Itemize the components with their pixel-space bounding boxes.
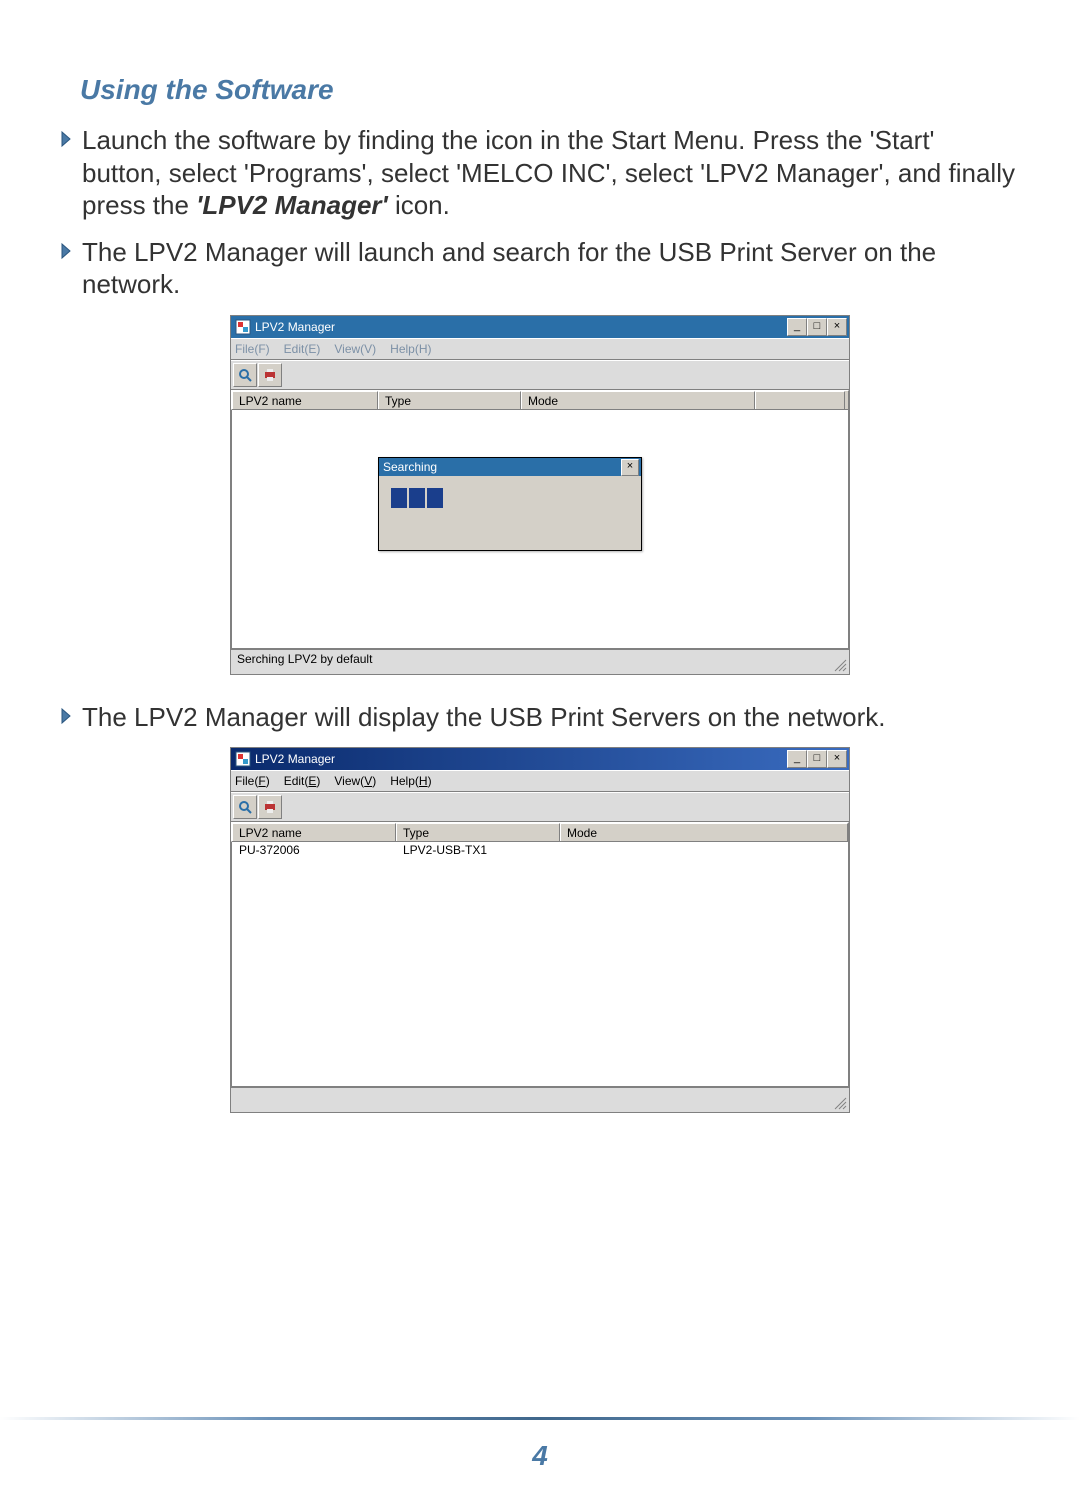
section-title: Using the Software [80,74,1020,106]
menu-edit[interactable]: Edit(E) [284,342,321,356]
menubar[interactable]: File(F) Edit(E) View(V) Help(H) [231,338,849,360]
col-spacer [755,391,845,409]
bullet-text: Launch the software by finding the icon … [82,124,1020,222]
bullet-2: The LPV2 Manager will launch and search … [82,236,1020,301]
close-button[interactable]: × [827,750,847,768]
col-lpv2-name[interactable]: LPV2 name [232,823,396,841]
bullet-1-em: 'LPV2 Manager' [196,190,388,220]
minimize-button[interactable]: _ [787,750,807,768]
col-mode[interactable]: Mode [560,823,848,841]
status-text: Serching LPV2 by default [237,652,372,666]
app-icon [235,319,251,335]
searching-dialog: Searching × [378,457,642,551]
menu-help[interactable]: Help(H) [390,342,431,356]
close-button[interactable]: × [827,318,847,336]
bullet-3: The LPV2 Manager will display the USB Pr… [82,701,886,734]
bullet-1-post: icon. [388,190,450,220]
printer-icon[interactable] [258,363,282,387]
page: Using the Software Launch the software b… [0,0,1080,1512]
bullet-item: Launch the software by finding the icon … [60,124,1020,222]
progress-block [391,488,407,508]
titlebar[interactable]: LPV2 Manager _ □ × [231,316,849,338]
progress-block [409,488,425,508]
minimize-button[interactable]: _ [787,318,807,336]
table-row[interactable]: PU-372006 LPV2-USB-TX1 [232,842,848,860]
list-header: LPV2 name Type Mode [231,822,849,842]
statusbar [231,1087,849,1112]
progress-block [427,488,443,508]
bullet-icon [60,130,82,153]
menu-edit[interactable]: Edit(E) [284,774,321,788]
dialog-body [379,476,641,520]
search-icon[interactable] [233,795,257,819]
bullet-item: The LPV2 Manager will launch and search … [60,236,1020,301]
menubar[interactable]: File(F) Edit(E) View(V) Help(H) [231,770,849,792]
menu-file[interactable]: File(F) [235,342,270,356]
dialog-title: Searching [383,460,437,474]
cell-type: LPV2-USB-TX1 [396,843,560,859]
menu-view[interactable]: View(V) [334,774,376,788]
list-body[interactable]: PU-372006 LPV2-USB-TX1 [231,842,849,1087]
col-type[interactable]: Type [396,823,560,841]
col-lpv2-name[interactable]: LPV2 name [232,391,378,409]
bullet-icon [60,707,82,730]
maximize-button[interactable]: □ [807,750,827,768]
col-type[interactable]: Type [378,391,521,409]
window-title: LPV2 Manager [255,320,849,334]
toolbar [231,792,849,822]
col-mode[interactable]: Mode [521,391,755,409]
toolbar [231,360,849,390]
maximize-button[interactable]: □ [807,318,827,336]
statusbar: Serching LPV2 by default [231,649,849,674]
resize-grip-icon[interactable] [833,658,847,672]
page-number: 4 [0,1440,1080,1472]
lpv2-manager-window-searching: LPV2 Manager _ □ × File(F) Edit(E) View(… [230,315,850,675]
menu-file[interactable]: File(F) [235,774,270,788]
bullet-item: The LPV2 Manager will display the USB Pr… [60,701,1020,734]
bullet-icon [60,242,82,265]
lpv2-manager-window-results: LPV2 Manager _ □ × File(F) Edit(E) View(… [230,747,850,1113]
list-body: Searching × [231,410,849,649]
footer-divider [0,1417,1080,1420]
cell-mode [560,843,848,859]
menu-view[interactable]: View(V) [334,342,376,356]
resize-grip-icon[interactable] [833,1096,847,1110]
app-icon [235,751,251,767]
list-header: LPV2 name Type Mode [231,390,849,410]
progress-indicator [391,488,629,508]
menu-help[interactable]: Help(H) [390,774,431,788]
dialog-titlebar[interactable]: Searching × [379,458,641,476]
search-icon[interactable] [233,363,257,387]
titlebar[interactable]: LPV2 Manager _ □ × [231,748,849,770]
window-title: LPV2 Manager [255,752,849,766]
printer-icon[interactable] [258,795,282,819]
cell-lpv2-name: PU-372006 [232,843,396,859]
dialog-close-button[interactable]: × [621,459,639,476]
